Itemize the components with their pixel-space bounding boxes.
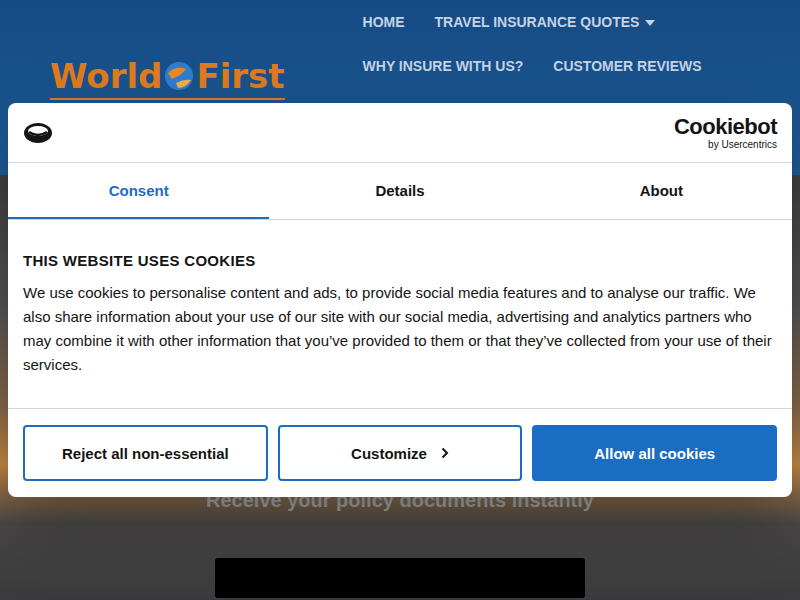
tab[interactable]: About bbox=[531, 163, 792, 219]
cookie-dialog: Cookiebot by Usercentrics ConsentDetails… bbox=[8, 103, 792, 497]
dialog-actions: Reject all non-essential Customize Allow… bbox=[8, 408, 792, 497]
globe-icon bbox=[164, 61, 194, 91]
cookiebot-logo: Cookiebot by Usercentrics bbox=[674, 115, 777, 151]
quote-box[interactable] bbox=[215, 558, 585, 598]
caret-down-icon bbox=[645, 20, 655, 26]
consent-button[interactable]: Allow all cookies bbox=[532, 425, 777, 481]
consent-button[interactable]: Customize bbox=[278, 425, 523, 481]
nav-item[interactable]: TRAVEL INSURANCE QUOTES bbox=[435, 14, 656, 31]
dialog-tabs: ConsentDetailsAbout bbox=[8, 163, 792, 220]
tab[interactable]: Consent bbox=[8, 163, 269, 219]
dialog-header: Cookiebot by Usercentrics bbox=[8, 103, 792, 163]
chevron-right-icon bbox=[441, 447, 449, 459]
nav-item[interactable]: CUSTOMER REVIEWS bbox=[553, 58, 701, 75]
cookie-icon bbox=[23, 122, 53, 144]
logo-left: World bbox=[50, 56, 162, 96]
dialog-title: THIS WEBSITE USES COOKIES bbox=[23, 252, 777, 269]
consent-button[interactable]: Reject all non-essential bbox=[23, 425, 268, 481]
dialog-content: THIS WEBSITE USES COOKIES We use cookies… bbox=[8, 220, 792, 408]
page: World First HOME TRAVEL INSURANCE QUOTES… bbox=[0, 0, 800, 600]
logo[interactable]: World First bbox=[50, 56, 285, 100]
nav-item[interactable]: WHY INSURE WITH US? bbox=[363, 58, 524, 75]
dialog-body: We use cookies to personalise content an… bbox=[23, 281, 777, 377]
tab[interactable]: Details bbox=[269, 163, 530, 219]
nav-item[interactable]: HOME bbox=[363, 14, 405, 31]
logo-right: First bbox=[196, 56, 284, 96]
